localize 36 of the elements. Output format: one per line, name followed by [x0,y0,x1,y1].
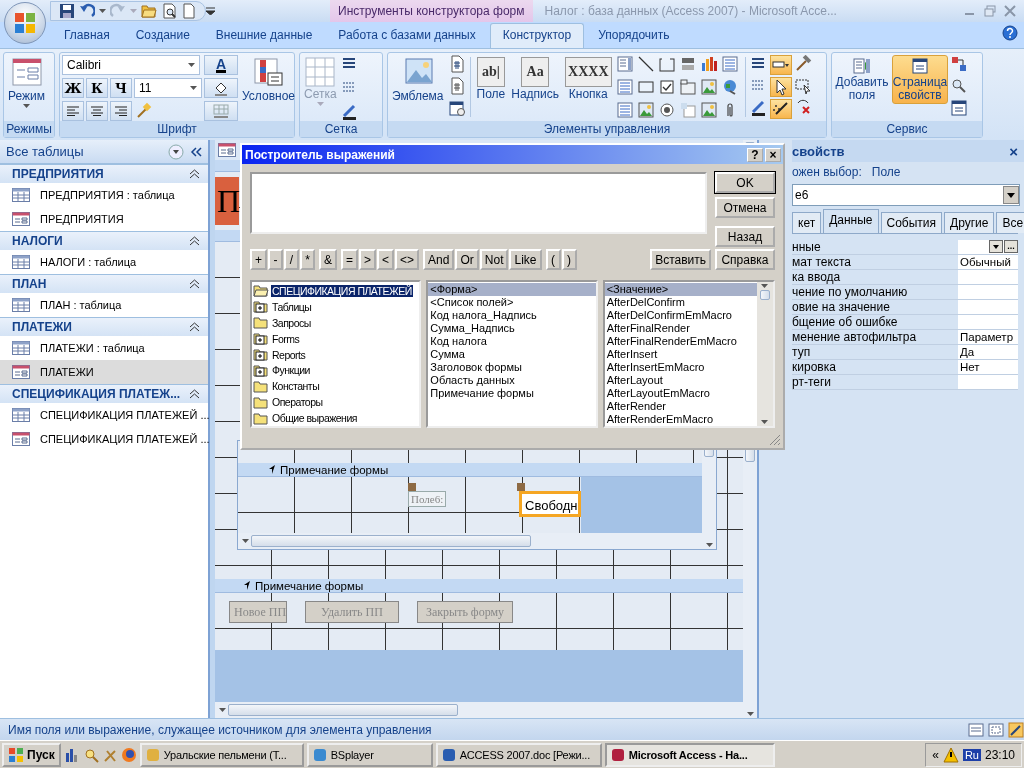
form-title-label: П [215,177,239,225]
nav-item-label: ПРЕДПРИЯТИЯ : таблица [40,189,175,201]
section-label: Примечание формы [255,579,364,592]
status-text: Имя поля или выражение, служащее источником для элемента управления [8,722,433,737]
dialog-title: Построитель выражений [245,147,396,162]
property-label: овие на значение [792,300,891,314]
property-label: нные [792,240,822,254]
clock: 23:10 [984,747,1015,762]
property-label: ка ввода [792,270,842,284]
nav-item-label: НАЛОГИ : таблица [40,256,137,268]
selection-label: ожен выбор: [792,165,862,179]
property-label: рт-теги [792,375,833,389]
context-tab-label: Инструменты конструктора форм [330,0,533,22]
property-label: мат текста [792,255,852,269]
group-label: Сервис [832,121,982,137]
group-label: Режимы [4,121,54,137]
pane-title: свойств [792,143,845,159]
window-title: Налог : база данных (Access 2007) - Microsoft Acce... [543,4,838,18]
property-label: кировка [792,360,837,374]
nav-item-label: ПЛАТЕЖИ : таблица [40,342,145,354]
property-label: бщение об ошибке [792,315,899,329]
group-label: Сетка [300,121,382,137]
pane-title: Все таблицы [6,144,85,159]
property-label: менение автофильтра [792,330,918,344]
property-label: туп [792,345,812,359]
selection-type: Поле [871,165,901,179]
nav-item-label: ПЛАТЕЖИ [40,366,94,378]
nav-item-label: ПЛАН : таблица [40,299,122,311]
group-label: Шрифт [60,121,294,137]
section-label: Примечание формы [280,463,389,476]
group-label: Элементы управления [388,121,826,137]
nav-item-label: ПРЕДПРИЯТИЯ [40,213,124,225]
nav-item-label: СПЕЦИФИКАЦИЯ ПЛАТЕЖЕЙ ... [40,409,210,421]
property-label: чение по умолчанию [792,285,909,299]
field-label: Поле6: [408,491,447,507]
nav-item-label: СПЕЦИФИКАЦИЯ ПЛАТЕЖЕЙ ... [40,433,210,445]
